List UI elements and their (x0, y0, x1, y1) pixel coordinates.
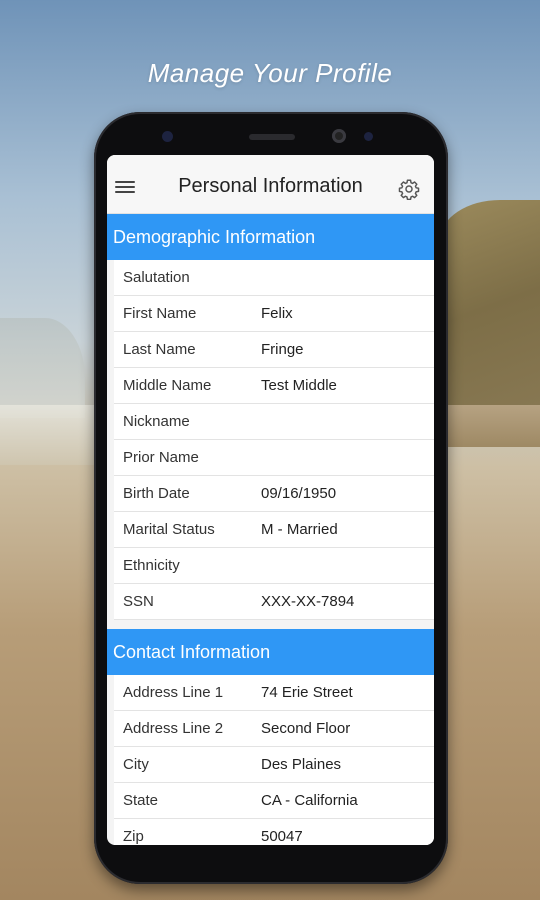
field-label: Prior Name (123, 449, 199, 466)
field-label: Middle Name (123, 377, 212, 394)
field-label: Salutation (123, 269, 190, 286)
field-label: City (123, 756, 149, 773)
field-label: Zip (123, 828, 144, 845)
promo-headline: Manage Your Profile (147, 58, 393, 88)
field-value: 50047 (261, 828, 303, 845)
field-label: Birth Date (123, 485, 190, 502)
field-value: 74 Erie Street (261, 684, 353, 701)
phone-frame: Personal Information Demographic Informa… (94, 112, 448, 884)
field-row-prior-name[interactable]: Prior Name (114, 440, 434, 476)
contact-list: Address Line 1 74 Erie Street Address Lin… (114, 675, 434, 845)
field-label: Address Line 2 (123, 720, 224, 737)
background-rocks (440, 405, 540, 447)
field-row-salutation[interactable]: Salutation (114, 260, 434, 296)
field-label: SSN (123, 593, 154, 610)
field-row-city[interactable]: City Des Plaines (114, 747, 434, 783)
app-screen: Personal Information Demographic Informa… (107, 155, 434, 845)
field-label: Address Line 1 (123, 684, 224, 701)
field-label: Last Name (123, 341, 196, 358)
field-row-ssn[interactable]: SSN XXX-XX-7894 (114, 584, 434, 620)
field-row-birth-date[interactable]: Birth Date 09/16/1950 (114, 476, 434, 512)
field-label: Marital Status (123, 521, 215, 538)
field-value: XXX-XX-7894 (261, 593, 355, 610)
field-label: Ethnicity (123, 557, 180, 574)
field-value: M - Married (261, 521, 338, 538)
field-value: Des Plaines (261, 756, 342, 773)
phone-front-camera (332, 129, 346, 143)
field-value: 09/16/1950 (261, 485, 337, 502)
phone-speaker (249, 134, 295, 140)
field-row-marital-status[interactable]: Marital Status M - Married (114, 512, 434, 548)
field-label: First Name (123, 305, 197, 322)
field-value: Fringe (261, 341, 304, 358)
field-row-ethnicity[interactable]: Ethnicity (114, 548, 434, 584)
demographic-list: Salutation First Name Felix Last Name Frin… (114, 260, 434, 620)
field-value: Felix (261, 305, 293, 322)
page-title: Personal Information (178, 175, 363, 197)
app-header: Personal Information (107, 155, 434, 214)
field-value: Second Floor (261, 720, 351, 737)
field-row-middle-name[interactable]: Middle Name Test Middle (114, 368, 434, 404)
field-value: CA - California (261, 792, 358, 809)
phone-sensor-2 (364, 132, 373, 141)
field-row-address-line-1[interactable]: Address Line 1 74 Erie Street (114, 675, 434, 711)
field-label: State (123, 792, 159, 809)
field-row-nickname[interactable]: Nickname (114, 404, 434, 440)
field-row-state[interactable]: State CA - California (114, 783, 434, 819)
field-row-zip[interactable]: Zip 50047 (114, 819, 434, 845)
field-value: Test Middle (261, 377, 337, 394)
background-cliff-left (0, 318, 85, 418)
gear-icon[interactable] (398, 178, 420, 200)
section-header-demographic: Demographic Information (107, 214, 434, 260)
section-spacer (107, 620, 434, 629)
field-row-first-name[interactable]: First Name Felix (114, 296, 434, 332)
background-cliff-right (440, 200, 540, 440)
section-header-contact: Contact Information (107, 629, 434, 675)
field-row-last-name[interactable]: Last Name Fringe (114, 332, 434, 368)
field-row-address-line-2[interactable]: Address Line 2 Second Floor (114, 711, 434, 747)
phone-sensor (162, 131, 173, 142)
field-label: Nickname (123, 413, 190, 430)
